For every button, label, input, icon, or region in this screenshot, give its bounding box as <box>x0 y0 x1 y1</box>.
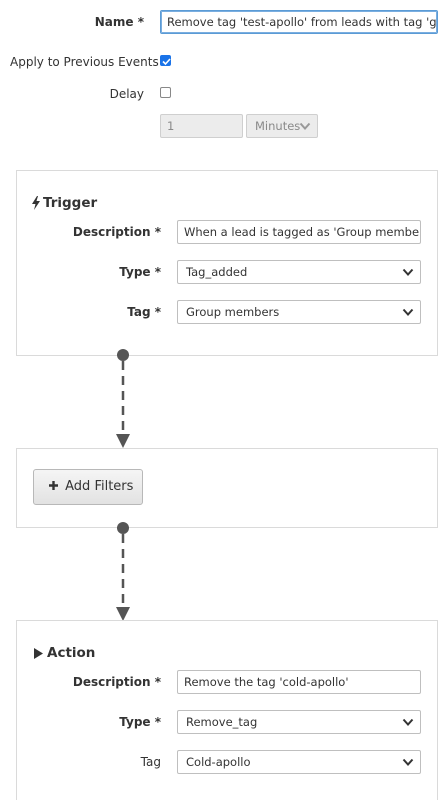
delay-unit-select[interactable]: Minutes <box>246 114 318 138</box>
add-filters-button[interactable]: Add Filters <box>33 469 143 505</box>
action-tag-select[interactable]: Cold-apollo <box>177 750 421 774</box>
connector-arrow <box>116 522 130 621</box>
trigger-tag-select[interactable]: Group members <box>177 300 421 324</box>
trigger-title: Trigger <box>43 195 98 211</box>
chevron-down-icon <box>402 758 414 766</box>
check-icon <box>162 58 171 66</box>
apply-previous-checkbox[interactable] <box>160 55 171 66</box>
play-icon <box>33 647 44 660</box>
plus-icon <box>49 481 58 490</box>
action-type-value: Remove_tag <box>186 715 258 729</box>
chevron-down-icon <box>402 718 414 726</box>
action-description-label: Description * <box>72 675 161 689</box>
trigger-type-value: Tag_added <box>186 265 248 279</box>
chevron-down-icon <box>402 308 414 316</box>
trigger-type-select[interactable]: Tag_added <box>177 260 421 284</box>
chevron-down-icon <box>402 268 414 276</box>
delay-unit-value: Minutes <box>255 119 301 133</box>
event-name-input[interactable]: Remove tag 'test-apollo' from leads with… <box>160 10 438 34</box>
apply-previous-label: Apply to Previous Events <box>10 55 159 69</box>
action-panel: Action Description * Remove the tag 'col… <box>16 620 438 800</box>
delay-value-input[interactable]: 1 <box>160 114 243 138</box>
action-tag-value: Cold-apollo <box>186 755 251 769</box>
trigger-type-label: Type * <box>119 265 161 279</box>
bolt-icon <box>31 195 41 211</box>
action-title: Action <box>47 645 96 661</box>
chevron-down-icon <box>299 122 311 130</box>
action-description-input[interactable]: Remove the tag 'cold-apollo' <box>177 670 421 694</box>
trigger-description-input[interactable]: When a lead is tagged as 'Group members' <box>177 220 421 244</box>
action-type-label: Type * <box>119 715 161 729</box>
filters-panel: Add Filters <box>16 448 438 528</box>
trigger-description-label: Description * <box>72 225 161 239</box>
action-tag-label: Tag <box>140 755 161 769</box>
name-label: Name * <box>94 15 144 29</box>
delay-checkbox[interactable] <box>160 87 171 98</box>
connector-arrow <box>116 349 130 448</box>
add-filters-label: Add Filters <box>65 479 134 494</box>
trigger-tag-value: Group members <box>186 305 280 319</box>
trigger-panel: Trigger Description * When a lead is tag… <box>16 170 438 356</box>
trigger-tag-label: Tag * <box>127 305 161 319</box>
action-type-select[interactable]: Remove_tag <box>177 710 421 734</box>
delay-label: Delay <box>109 87 144 101</box>
